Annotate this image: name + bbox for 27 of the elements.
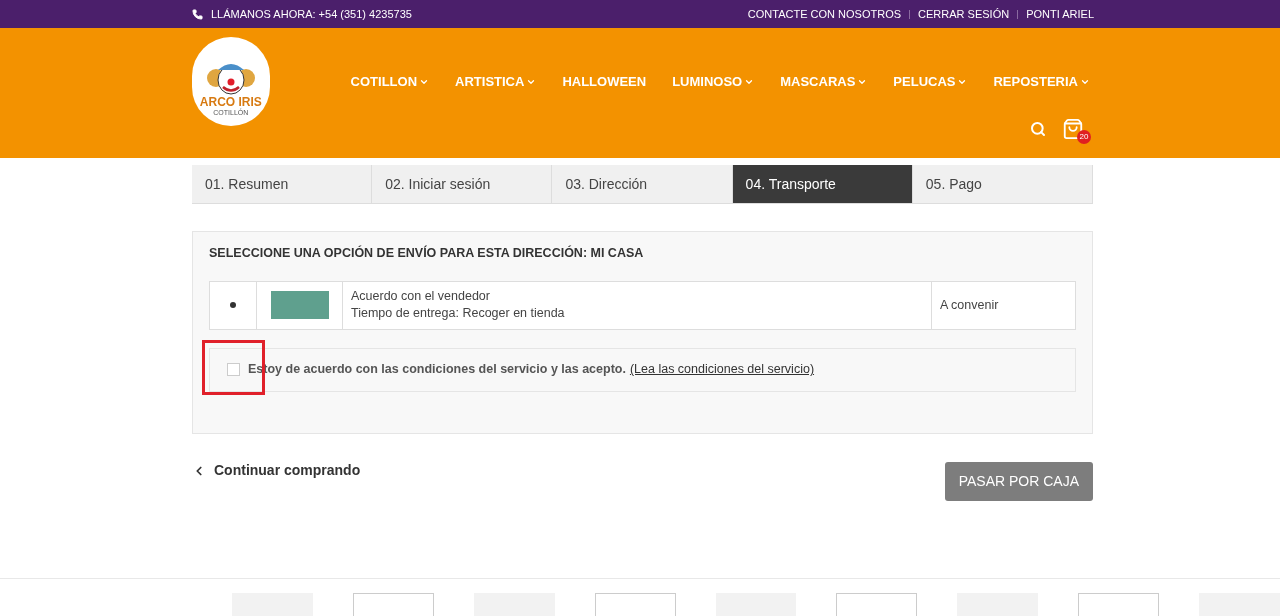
shipping-option[interactable]: Acuerdo con el vendedor Tiempo de entrega: Recoger en tienda A convenir (209, 280, 1076, 330)
brand-logo-placeholder[interactable] (594, 593, 676, 616)
shipping-heading: SELECCIONE UNA OPCIÓN DE ENVÍO PARA ESTA DIRECCIÓN: MI CASA (209, 244, 645, 262)
top-link[interactable]: CONTACTE CON NOSOTROS (747, 5, 902, 23)
top-link[interactable]: PONTI ARIEL (1026, 5, 1094, 23)
shipping-price: A convenir (940, 296, 999, 314)
step-tab[interactable]: 05. Pago (912, 165, 1093, 203)
step-tab[interactable]: 03. Dirección (552, 165, 733, 203)
step-tab[interactable]: 02. Iniciar sesión (372, 165, 553, 203)
carrier-name: Acuerdo con el vendedor (351, 288, 491, 306)
phone-text: LLÁMANOS AHORA: +54 (351) 4235735 (211, 6, 412, 22)
brand-logo-placeholder[interactable] (836, 593, 918, 616)
logo-name: ARCO IRIS (199, 96, 262, 108)
top-link[interactable]: CERRAR SESIÓN (918, 5, 1010, 23)
step-tab[interactable]: 04. Transporte (732, 165, 913, 203)
brand-logo-placeholder[interactable] (1078, 593, 1160, 616)
search-icon[interactable] (1030, 120, 1046, 137)
terms-link[interactable]: (Lea las condiciones del servicio) (629, 360, 815, 380)
step-tab[interactable]: 01. Resumen (192, 165, 373, 203)
carrier-image (270, 291, 329, 320)
continue-shopping-link[interactable]: Continuar comprando (192, 461, 361, 480)
terms-checkbox[interactable] (227, 363, 240, 377)
phone-icon (192, 8, 203, 20)
cart-badge: 20 (1077, 129, 1091, 144)
checkout-button[interactable]: PASAR POR CAJA (944, 461, 1093, 501)
delivery-time: Tiempo de entrega: Recoger en tienda (351, 305, 566, 323)
brand-logo-placeholder[interactable] (352, 593, 434, 616)
